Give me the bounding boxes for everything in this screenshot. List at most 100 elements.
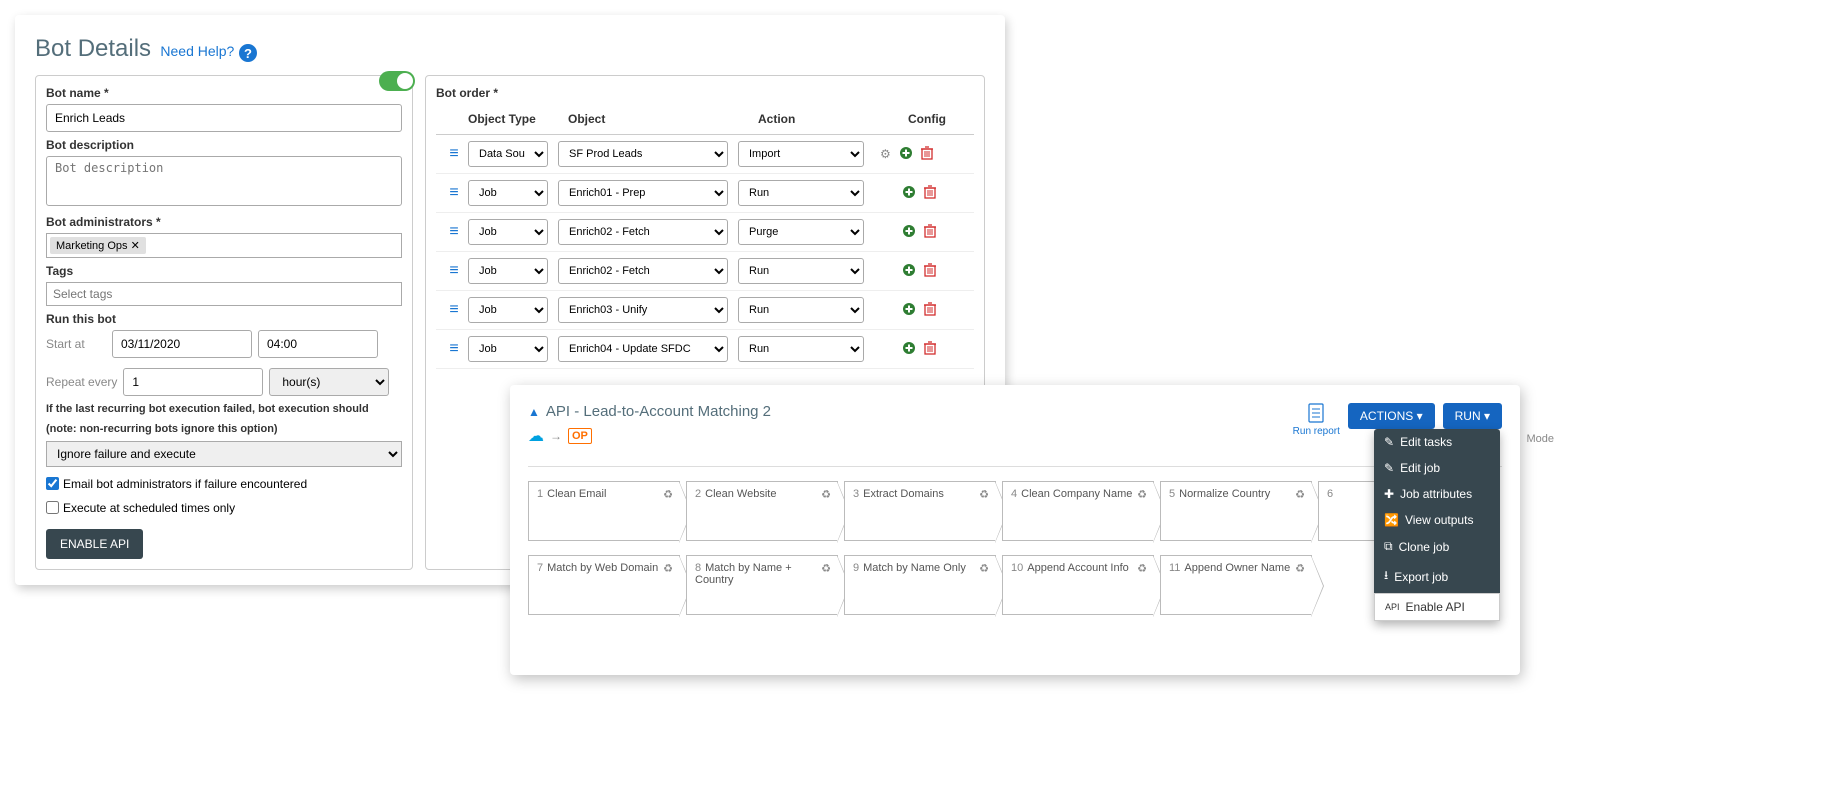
actions-button[interactable]: ACTIONS ▾: [1348, 403, 1435, 429]
shuffle-icon: 🔀: [1384, 513, 1399, 527]
object-type-select[interactable]: Job: [468, 219, 548, 245]
action-select[interactable]: Run: [738, 297, 864, 323]
object-select[interactable]: Enrich04 - Update SFDC: [558, 336, 728, 362]
repeat-count-input[interactable]: [123, 368, 263, 396]
chevron-up-icon[interactable]: ▲: [528, 405, 540, 419]
menu-edit-tasks[interactable]: ✎Edit tasks: [1374, 429, 1500, 455]
email-admins-row[interactable]: Email bot administrators if failure enco…: [46, 477, 402, 491]
object-type-select[interactable]: Data Source: [468, 141, 548, 167]
action-select[interactable]: Run: [738, 180, 864, 206]
object-select[interactable]: Enrich01 - Prep: [558, 180, 728, 206]
menu-enable-api[interactable]: APIEnable API: [1374, 593, 1500, 621]
task-box[interactable]: 5Normalize Country♻: [1160, 481, 1312, 541]
delete-row-icon[interactable]: [924, 224, 936, 241]
add-row-icon[interactable]: [902, 263, 916, 280]
task-name: Match by Name Only: [863, 562, 966, 574]
task-box[interactable]: 8Match by Name + Country♻: [686, 555, 838, 615]
job-title: API - Lead-to-Account Matching 2: [546, 403, 771, 420]
action-select[interactable]: Purge: [738, 219, 864, 245]
order-rows: ≡Data SourceSF Prod LeadsImport⚙≡JobEnri…: [436, 135, 974, 369]
task-box[interactable]: 10Append Account Info♻: [1002, 555, 1154, 615]
object-type-select[interactable]: Job: [468, 258, 548, 284]
object-select[interactable]: SF Prod Leads: [558, 141, 728, 167]
delete-row-icon[interactable]: [921, 146, 933, 163]
job-title-block: ▲ API - Lead-to-Account Matching 2 ☁ → O…: [528, 403, 771, 446]
enabled-toggle[interactable]: [379, 71, 415, 91]
task-box[interactable]: 7Match by Web Domain♻: [528, 555, 680, 615]
tags-input[interactable]: [46, 282, 402, 306]
task-box[interactable]: 1Clean Email♻: [528, 481, 680, 541]
task-box[interactable]: 2Clean Website♻: [686, 481, 838, 541]
download-icon: ⭳: [1384, 566, 1388, 587]
add-row-icon[interactable]: [902, 224, 916, 241]
drag-handle-icon[interactable]: ≡: [440, 301, 468, 319]
scheduled-only-row[interactable]: Execute at scheduled times only: [46, 501, 402, 515]
table-header: Object Type Object Action Config: [436, 104, 974, 135]
action-select[interactable]: Run: [738, 258, 864, 284]
bot-name-input[interactable]: [46, 104, 402, 132]
help-link[interactable]: Need Help?: [160, 43, 234, 59]
recycle-icon: ♻: [663, 488, 673, 501]
recycle-icon: ♻: [979, 562, 989, 575]
task-number: 9: [853, 562, 859, 574]
task-box[interactable]: 4Clean Company Name♻: [1002, 481, 1154, 541]
task-row-1: 1Clean Email♻2Clean Website♻3Extract Dom…: [528, 481, 1502, 541]
action-select[interactable]: Import: [738, 141, 864, 167]
failure-note-2: (note: non-recurring bots ignore this op…: [46, 422, 402, 436]
panel-header: Bot Details Need Help? ?: [35, 35, 985, 63]
admin-tag-chip[interactable]: Marketing Ops ✕: [50, 237, 146, 254]
enable-api-button[interactable]: ENABLE API: [46, 529, 143, 559]
task-number: 6: [1327, 488, 1333, 500]
task-box[interactable]: 3Extract Domains♻: [844, 481, 996, 541]
start-date-input[interactable]: [112, 330, 252, 358]
task-box[interactable]: 9 Match by Name Only ♻: [844, 555, 996, 615]
run-report-link[interactable]: Run report: [1293, 403, 1340, 437]
task-name: Clean Website: [705, 488, 776, 500]
drag-handle-icon[interactable]: ≡: [440, 262, 468, 280]
delete-row-icon[interactable]: [924, 341, 936, 358]
repeat-unit-select[interactable]: hour(s): [269, 368, 389, 396]
scheduled-only-checkbox[interactable]: [46, 501, 59, 514]
drag-handle-icon[interactable]: ≡: [440, 340, 468, 358]
gear-icon[interactable]: ⚙: [880, 147, 891, 161]
action-select[interactable]: Run: [738, 336, 864, 362]
add-row-icon[interactable]: [899, 146, 913, 163]
delete-row-icon[interactable]: [924, 302, 936, 319]
object-type-select[interactable]: Job: [468, 297, 548, 323]
arrow-icon: →: [550, 429, 562, 443]
menu-edit-job[interactable]: ✎Edit job: [1374, 455, 1500, 481]
delete-row-icon[interactable]: [924, 185, 936, 202]
start-time-input[interactable]: [258, 330, 378, 358]
menu-view-outputs[interactable]: 🔀View outputs: [1374, 507, 1500, 533]
add-row-icon[interactable]: [902, 185, 916, 202]
failure-option-select[interactable]: Ignore failure and execute: [46, 441, 402, 467]
delete-row-icon[interactable]: [924, 263, 936, 280]
menu-job-attributes[interactable]: ✚Job attributes: [1374, 481, 1500, 507]
object-type-select[interactable]: Job: [468, 180, 548, 206]
th-object-type: Object Type: [468, 112, 558, 126]
table-row: ≡Job Enrich03 - Unify Run: [436, 291, 974, 330]
page-title: Bot Details: [35, 35, 151, 62]
bot-description-input[interactable]: [46, 156, 402, 206]
tags-label: Tags: [46, 264, 402, 278]
drag-handle-icon[interactable]: ≡: [440, 223, 468, 241]
object-type-select[interactable]: Job: [468, 336, 548, 362]
add-row-icon[interactable]: [902, 341, 916, 358]
object-select[interactable]: Enrich02 - Fetch: [558, 219, 728, 245]
email-admins-checkbox[interactable]: [46, 477, 59, 490]
add-row-icon[interactable]: [902, 302, 916, 319]
task-box[interactable]: 11Append Owner Name♻: [1160, 555, 1312, 615]
menu-export-job[interactable]: ⭳Export job: [1374, 560, 1500, 593]
table-row: ≡Job Enrich02 - Fetch Purge: [436, 213, 974, 252]
menu-clone-job[interactable]: ⧉Clone job: [1374, 533, 1500, 560]
drag-handle-icon[interactable]: ≡: [440, 145, 468, 163]
bot-admins-field[interactable]: Marketing Ops ✕: [46, 233, 402, 258]
recycle-icon: ♻: [1295, 562, 1305, 575]
help-icon[interactable]: ?: [238, 43, 258, 63]
actions-menu: ✎Edit tasks ✎Edit job ✚Job attributes 🔀V…: [1374, 429, 1500, 621]
drag-handle-icon[interactable]: ≡: [440, 184, 468, 202]
divider: [528, 466, 1502, 467]
object-select[interactable]: Enrich03 - Unify: [558, 297, 728, 323]
run-button[interactable]: RUN ▾: [1443, 403, 1502, 429]
object-select[interactable]: Enrich02 - Fetch: [558, 258, 728, 284]
